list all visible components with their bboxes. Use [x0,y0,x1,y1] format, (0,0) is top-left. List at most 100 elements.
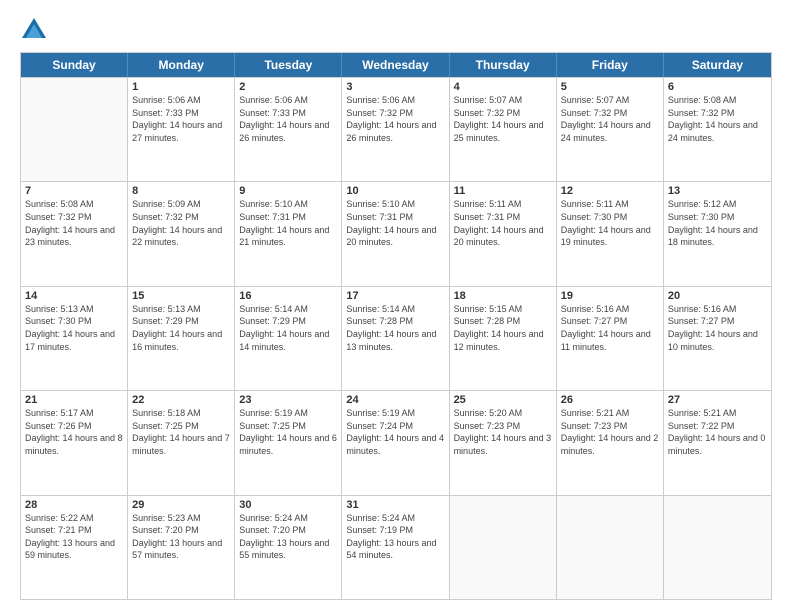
day-number: 15 [132,290,230,302]
day-number: 11 [454,185,552,197]
cal-header-sunday: Sunday [21,53,128,77]
day-info: Sunrise: 5:07 AMSunset: 7:32 PMDaylight:… [561,94,659,144]
cal-cell: 21Sunrise: 5:17 AMSunset: 7:26 PMDayligh… [21,391,128,494]
day-info: Sunrise: 5:07 AMSunset: 7:32 PMDaylight:… [454,94,552,144]
cal-cell: 11Sunrise: 5:11 AMSunset: 7:31 PMDayligh… [450,182,557,285]
day-info: Sunrise: 5:21 AMSunset: 7:22 PMDaylight:… [668,407,767,457]
cal-cell [450,496,557,599]
day-info: Sunrise: 5:06 AMSunset: 7:33 PMDaylight:… [239,94,337,144]
cal-row-1: 1Sunrise: 5:06 AMSunset: 7:33 PMDaylight… [21,77,771,181]
day-number: 23 [239,394,337,406]
cal-cell: 15Sunrise: 5:13 AMSunset: 7:29 PMDayligh… [128,287,235,390]
day-number: 4 [454,81,552,93]
cal-cell: 14Sunrise: 5:13 AMSunset: 7:30 PMDayligh… [21,287,128,390]
cal-cell: 20Sunrise: 5:16 AMSunset: 7:27 PMDayligh… [664,287,771,390]
cal-cell: 13Sunrise: 5:12 AMSunset: 7:30 PMDayligh… [664,182,771,285]
cal-cell: 23Sunrise: 5:19 AMSunset: 7:25 PMDayligh… [235,391,342,494]
day-info: Sunrise: 5:10 AMSunset: 7:31 PMDaylight:… [239,198,337,248]
day-number: 20 [668,290,767,302]
logo [20,16,52,44]
day-number: 2 [239,81,337,93]
day-info: Sunrise: 5:17 AMSunset: 7:26 PMDaylight:… [25,407,123,457]
day-info: Sunrise: 5:16 AMSunset: 7:27 PMDaylight:… [561,303,659,353]
day-info: Sunrise: 5:19 AMSunset: 7:25 PMDaylight:… [239,407,337,457]
day-number: 26 [561,394,659,406]
cal-row-4: 21Sunrise: 5:17 AMSunset: 7:26 PMDayligh… [21,390,771,494]
header [20,16,772,44]
day-number: 1 [132,81,230,93]
day-info: Sunrise: 5:21 AMSunset: 7:23 PMDaylight:… [561,407,659,457]
calendar: SundayMondayTuesdayWednesdayThursdayFrid… [20,52,772,600]
cal-header-wednesday: Wednesday [342,53,449,77]
cal-cell: 7Sunrise: 5:08 AMSunset: 7:32 PMDaylight… [21,182,128,285]
cal-cell: 27Sunrise: 5:21 AMSunset: 7:22 PMDayligh… [664,391,771,494]
day-info: Sunrise: 5:24 AMSunset: 7:20 PMDaylight:… [239,512,337,562]
day-info: Sunrise: 5:11 AMSunset: 7:31 PMDaylight:… [454,198,552,248]
day-info: Sunrise: 5:23 AMSunset: 7:20 PMDaylight:… [132,512,230,562]
day-number: 19 [561,290,659,302]
day-info: Sunrise: 5:08 AMSunset: 7:32 PMDaylight:… [668,94,767,144]
day-number: 18 [454,290,552,302]
cal-cell: 31Sunrise: 5:24 AMSunset: 7:19 PMDayligh… [342,496,449,599]
cal-cell: 5Sunrise: 5:07 AMSunset: 7:32 PMDaylight… [557,78,664,181]
cal-cell: 10Sunrise: 5:10 AMSunset: 7:31 PMDayligh… [342,182,449,285]
day-number: 14 [25,290,123,302]
day-info: Sunrise: 5:19 AMSunset: 7:24 PMDaylight:… [346,407,444,457]
cal-cell: 6Sunrise: 5:08 AMSunset: 7:32 PMDaylight… [664,78,771,181]
calendar-body: 1Sunrise: 5:06 AMSunset: 7:33 PMDaylight… [21,77,771,599]
cal-cell: 16Sunrise: 5:14 AMSunset: 7:29 PMDayligh… [235,287,342,390]
cal-cell: 24Sunrise: 5:19 AMSunset: 7:24 PMDayligh… [342,391,449,494]
day-info: Sunrise: 5:06 AMSunset: 7:33 PMDaylight:… [132,94,230,144]
day-info: Sunrise: 5:06 AMSunset: 7:32 PMDaylight:… [346,94,444,144]
day-number: 9 [239,185,337,197]
day-info: Sunrise: 5:14 AMSunset: 7:28 PMDaylight:… [346,303,444,353]
day-number: 16 [239,290,337,302]
cal-cell [21,78,128,181]
day-number: 25 [454,394,552,406]
day-number: 12 [561,185,659,197]
cal-cell: 3Sunrise: 5:06 AMSunset: 7:32 PMDaylight… [342,78,449,181]
day-number: 13 [668,185,767,197]
cal-cell [557,496,664,599]
day-info: Sunrise: 5:09 AMSunset: 7:32 PMDaylight:… [132,198,230,248]
cal-cell: 2Sunrise: 5:06 AMSunset: 7:33 PMDaylight… [235,78,342,181]
day-number: 17 [346,290,444,302]
cal-cell: 19Sunrise: 5:16 AMSunset: 7:27 PMDayligh… [557,287,664,390]
day-info: Sunrise: 5:24 AMSunset: 7:19 PMDaylight:… [346,512,444,562]
cal-cell: 22Sunrise: 5:18 AMSunset: 7:25 PMDayligh… [128,391,235,494]
cal-cell: 4Sunrise: 5:07 AMSunset: 7:32 PMDaylight… [450,78,557,181]
day-number: 8 [132,185,230,197]
day-info: Sunrise: 5:08 AMSunset: 7:32 PMDaylight:… [25,198,123,248]
day-number: 21 [25,394,123,406]
calendar-header: SundayMondayTuesdayWednesdayThursdayFrid… [21,53,771,77]
cal-cell: 30Sunrise: 5:24 AMSunset: 7:20 PMDayligh… [235,496,342,599]
cal-row-2: 7Sunrise: 5:08 AMSunset: 7:32 PMDaylight… [21,181,771,285]
cal-header-friday: Friday [557,53,664,77]
day-info: Sunrise: 5:10 AMSunset: 7:31 PMDaylight:… [346,198,444,248]
day-number: 5 [561,81,659,93]
day-info: Sunrise: 5:16 AMSunset: 7:27 PMDaylight:… [668,303,767,353]
day-info: Sunrise: 5:13 AMSunset: 7:29 PMDaylight:… [132,303,230,353]
cal-cell: 8Sunrise: 5:09 AMSunset: 7:32 PMDaylight… [128,182,235,285]
cal-header-thursday: Thursday [450,53,557,77]
day-number: 3 [346,81,444,93]
cal-cell: 29Sunrise: 5:23 AMSunset: 7:20 PMDayligh… [128,496,235,599]
day-info: Sunrise: 5:13 AMSunset: 7:30 PMDaylight:… [25,303,123,353]
cal-cell [664,496,771,599]
day-number: 22 [132,394,230,406]
cal-cell: 1Sunrise: 5:06 AMSunset: 7:33 PMDaylight… [128,78,235,181]
day-number: 29 [132,499,230,511]
cal-cell: 9Sunrise: 5:10 AMSunset: 7:31 PMDaylight… [235,182,342,285]
cal-row-3: 14Sunrise: 5:13 AMSunset: 7:30 PMDayligh… [21,286,771,390]
day-info: Sunrise: 5:18 AMSunset: 7:25 PMDaylight:… [132,407,230,457]
day-info: Sunrise: 5:14 AMSunset: 7:29 PMDaylight:… [239,303,337,353]
day-number: 31 [346,499,444,511]
cal-cell: 26Sunrise: 5:21 AMSunset: 7:23 PMDayligh… [557,391,664,494]
day-number: 27 [668,394,767,406]
day-info: Sunrise: 5:15 AMSunset: 7:28 PMDaylight:… [454,303,552,353]
day-info: Sunrise: 5:11 AMSunset: 7:30 PMDaylight:… [561,198,659,248]
cal-row-5: 28Sunrise: 5:22 AMSunset: 7:21 PMDayligh… [21,495,771,599]
cal-cell: 17Sunrise: 5:14 AMSunset: 7:28 PMDayligh… [342,287,449,390]
cal-header-monday: Monday [128,53,235,77]
day-info: Sunrise: 5:20 AMSunset: 7:23 PMDaylight:… [454,407,552,457]
